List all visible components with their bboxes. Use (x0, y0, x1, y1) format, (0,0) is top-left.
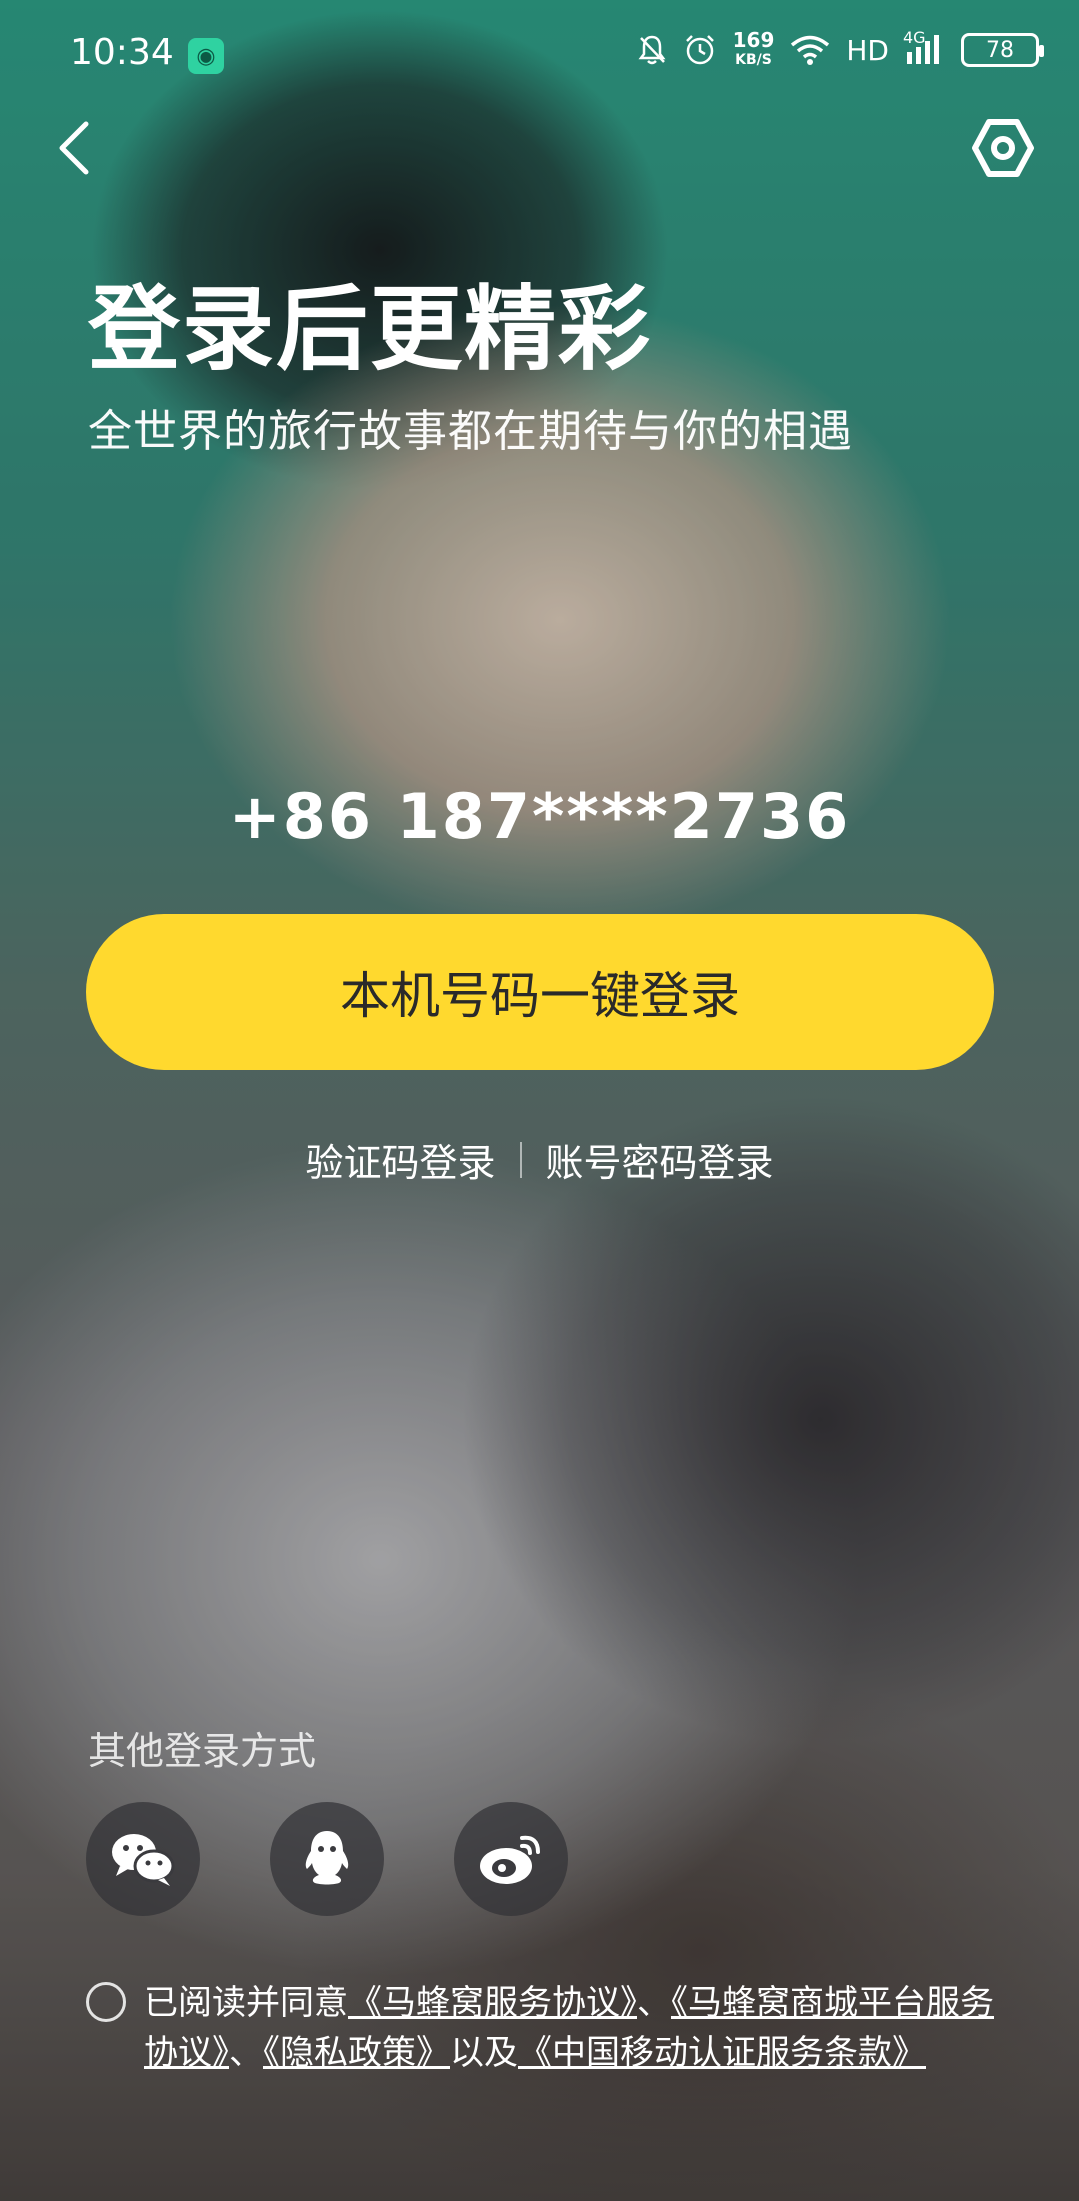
cmcc-terms-link[interactable]: 《中国移动认证服务条款》 (518, 2033, 926, 2073)
privacy-policy-link[interactable]: 《隐私政策》 (263, 2033, 450, 2073)
battery-level: 78 (986, 37, 1014, 63)
agreement-separator: 、 (229, 2033, 263, 2073)
link-separator (519, 1141, 522, 1178)
wifi-icon (791, 35, 830, 65)
agreement-conjunction: 以及 (450, 2033, 518, 2073)
agreement-row: 已阅读并同意《马蜂窝服务协议》、《马蜂窝商城平台服务协议》、《隐私政策》以及《中… (86, 1978, 1006, 2078)
network-type: 4G (903, 28, 926, 47)
alternate-login-links: 验证码登录 账号密码登录 (0, 1132, 1079, 1187)
password-login-link[interactable]: 账号密码登录 (546, 1132, 774, 1187)
other-login-label: 其他登录方式 (88, 1729, 317, 1773)
agreement-checkbox[interactable] (86, 1982, 126, 2022)
speed-unit: KB/S (735, 52, 772, 68)
settings-hexagon-icon[interactable] (967, 112, 1039, 184)
signal-group: 4G (903, 28, 945, 66)
page-subtitle: 全世界的旅行故事都在期待与你的相遇 (88, 406, 853, 457)
network-speed: 169 KB/S (733, 30, 775, 70)
mute-bell-icon (638, 35, 666, 65)
qq-login-button[interactable] (270, 1802, 384, 1916)
back-chevron-icon[interactable] (48, 118, 108, 178)
wechat-icon (112, 1834, 175, 1886)
service-agreement-link[interactable]: 《马蜂窝服务协议》 (348, 1983, 637, 2023)
page-title: 登录后更精彩 (88, 276, 653, 383)
sms-code-login-link[interactable]: 验证码登录 (305, 1132, 495, 1187)
agreement-prefix: 已阅读并同意 (144, 1983, 348, 2023)
wechat-login-button[interactable] (86, 1802, 200, 1916)
status-bar: 10:34 ◉ 169 KB/S HD 4G 78 (0, 0, 1079, 110)
speed-value: 169 (732, 28, 775, 52)
alarm-icon (685, 35, 714, 65)
one-tap-login-button[interactable]: 本机号码一键登录 (86, 914, 994, 1070)
agreement-separator: 、 (637, 1983, 671, 2023)
status-icons: 169 KB/S HD 4G 78 (637, 28, 1044, 70)
weibo-icon (480, 1835, 540, 1884)
app-notification-icon: ◉ (188, 38, 224, 74)
masked-phone-number: +86 187****2736 (228, 780, 851, 853)
qq-icon (305, 1831, 349, 1885)
status-time: 10:34 (70, 32, 174, 73)
hd-label: HD (846, 33, 889, 67)
battery-indicator: 78 (961, 33, 1044, 67)
agreement-text: 已阅读并同意《马蜂窝服务协议》、《马蜂窝商城平台服务协议》、《隐私政策》以及《中… (144, 1978, 1006, 2078)
weibo-login-button[interactable] (454, 1802, 568, 1916)
